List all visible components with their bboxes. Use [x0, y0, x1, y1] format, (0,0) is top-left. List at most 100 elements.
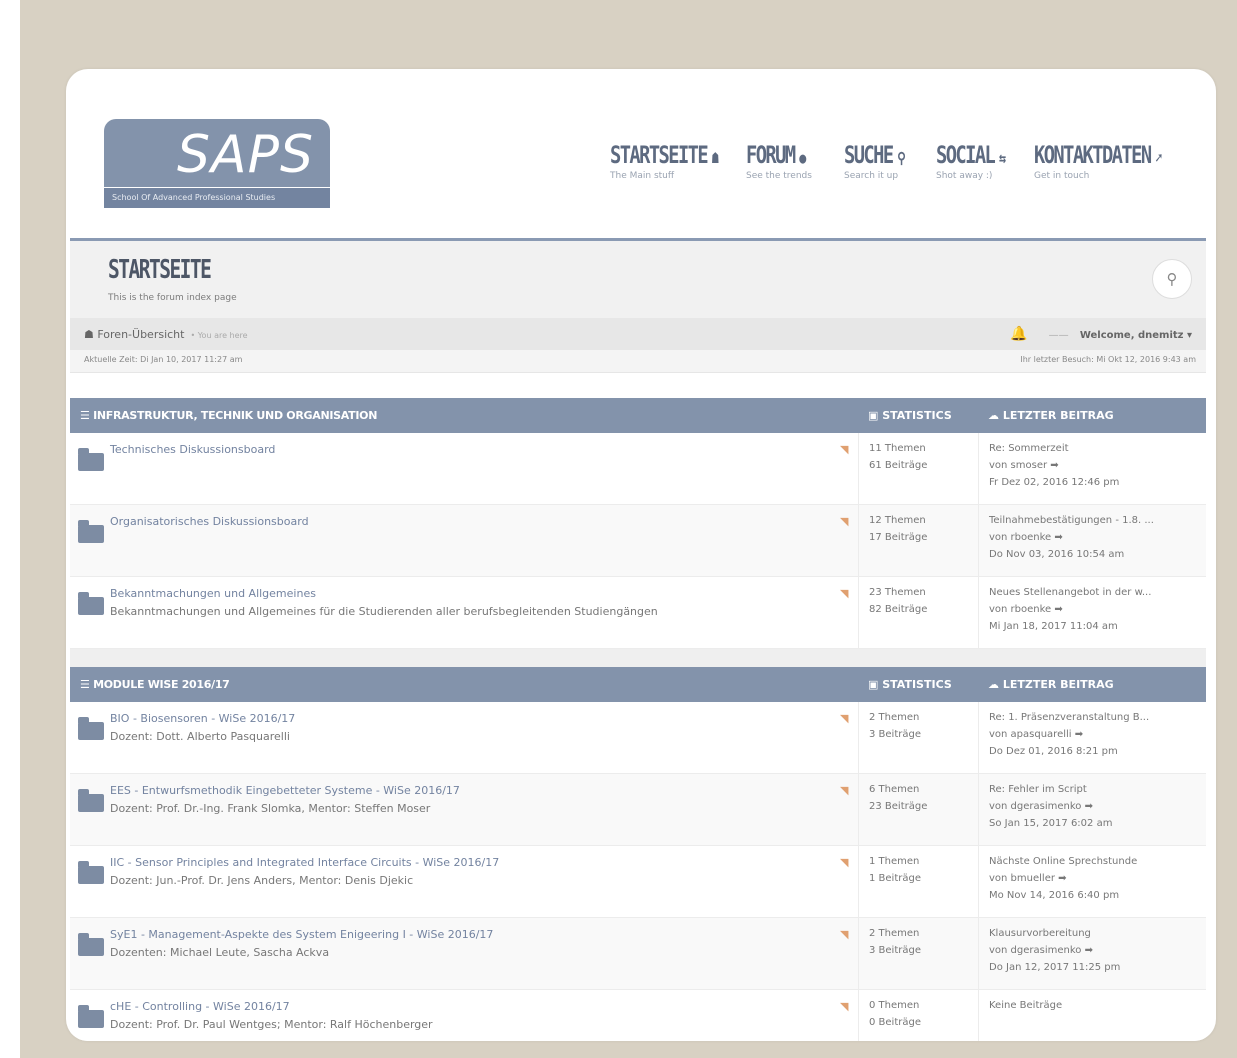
rss-feed-icon[interactable]: ◥ [840, 587, 848, 600]
last-post-author[interactable]: von bmueller ➡ [989, 873, 1206, 884]
section-header: ☰ INFRASTRUKTUR, TECHNIK UND ORGANISATIO… [70, 398, 1206, 433]
nav-kontaktdaten[interactable]: KONTAKTDATEN ➚ Get in touch [1034, 141, 1196, 181]
time-bar: Aktuelle Zeit: Di Jan 10, 2017 11:27 am … [70, 350, 1206, 373]
rocket-icon: ➚ [1155, 149, 1162, 167]
nav-forum-sub: See the trends [746, 171, 812, 181]
home-icon: ☗ [84, 328, 98, 341]
last-post: Klausurvorbereitung von dgerasimenko ➡ D… [978, 918, 1206, 989]
rss-feed-icon[interactable]: ◥ [840, 515, 848, 528]
forum-stats: 6 Themen 23 Beiträge [858, 774, 979, 845]
folder-icon [78, 789, 104, 812]
folder-icon [78, 448, 104, 471]
last-post-title[interactable]: Neues Stellenangebot in der w... [989, 587, 1206, 598]
rss-feed-icon[interactable]: ◥ [840, 1000, 848, 1013]
forum-stats: 2 Themen 3 Beiträge [858, 702, 979, 773]
forum-page: SAPS School Of Advanced Professional Stu… [66, 69, 1216, 1041]
retweet-icon: ⇆ [998, 149, 1006, 167]
last-post-date: So Jan 15, 2017 6:02 am [989, 818, 1113, 829]
forum-stats: 0 Themen 0 Beiträge [858, 990, 979, 1041]
forum-row[interactable]: Technisches Diskussionsboard ◥ 11 Themen… [70, 433, 1206, 505]
forum-name-link[interactable]: Bekanntmachungen und Allgemeines [110, 587, 316, 600]
nav-forum-label: FORUM [746, 141, 796, 169]
forum-name-link[interactable]: BIO - Biosensoren - WiSe 2016/17 [110, 712, 295, 725]
forum-description: Dozent: Dott. Alberto Pasquarelli [110, 730, 290, 743]
rss-feed-icon[interactable]: ◥ [840, 712, 848, 725]
last-post: Teilnahmebestätigungen - 1.8. ... von rb… [978, 505, 1206, 576]
notification-bell-icon[interactable]: 🔔 [1010, 326, 1027, 342]
forum-row[interactable]: BIO - Biosensoren - WiSe 2016/17 Dozent:… [70, 702, 1206, 774]
nav-suche-label: SUCHE [844, 141, 894, 169]
nav-startseite-sub: The Main stuff [610, 171, 675, 181]
topic-count: 2 Themen [869, 928, 920, 939]
forum-section-infrastructure: ☰ INFRASTRUKTUR, TECHNIK UND ORGANISATIO… [70, 398, 1206, 669]
nav-kontaktdaten-label: KONTAKTDATEN [1034, 141, 1152, 169]
nav-startseite[interactable]: STARTSEITE ☗ The Main stuff [610, 141, 748, 181]
last-post-title[interactable]: Keine Beiträge [989, 1000, 1206, 1011]
forum-name-link[interactable]: IIC - Sensor Principles and Integrated I… [110, 856, 499, 869]
forum-stats: 11 Themen 61 Beiträge [858, 433, 979, 504]
forum-description: Dozent: Jun.-Prof. Dr. Jens Anders, Ment… [110, 874, 414, 887]
forum-stats: 12 Themen 17 Beiträge [858, 505, 979, 576]
topic-count: 2 Themen [869, 712, 920, 723]
forum-name-link[interactable]: Technisches Diskussionsboard [110, 443, 275, 456]
last-post-title[interactable]: Teilnahmebestätigungen - 1.8. ... [989, 515, 1206, 526]
last-post-header: ☁ LETZTER BEITRAG [988, 678, 1114, 691]
topic-count: 11 Themen [869, 443, 926, 454]
nav-social-label: SOCIAL [936, 141, 996, 169]
forum-row[interactable]: SyE1 - Management-Aspekte des System Eni… [70, 918, 1206, 990]
last-post-author[interactable]: von rboenke ➡ [989, 604, 1206, 615]
post-count: 23 Beiträge [869, 801, 928, 812]
last-post: Re: Fehler im Script von dgerasimenko ➡ … [978, 774, 1206, 845]
nav-suche[interactable]: SUCHE ⚲ Search it up [844, 141, 921, 181]
folder-icon [78, 520, 104, 543]
last-post-author[interactable]: von rboenke ➡ [989, 532, 1206, 543]
nav-kontaktdaten-sub: Get in touch [1034, 171, 1090, 181]
last-post-date: Mo Nov 14, 2016 6:40 pm [989, 890, 1120, 901]
rss-feed-icon[interactable]: ◥ [840, 928, 848, 941]
last-post-title[interactable]: Nächste Online Sprechstunde [989, 856, 1206, 867]
saps-logo[interactable]: SAPS School Of Advanced Professional Stu… [104, 119, 330, 208]
breadcrumb-home-label: Foren-Übersicht [97, 328, 185, 341]
last-post-author[interactable]: von dgerasimenko ➡ [989, 801, 1206, 812]
forum-row[interactable]: IIC - Sensor Principles and Integrated I… [70, 846, 1206, 918]
left-margin-strip [0, 0, 20, 1058]
nav-social[interactable]: SOCIAL ⇆ Shot away :) [936, 141, 1024, 181]
nav-forum[interactable]: FORUM ● See the trends [746, 141, 821, 181]
section-title[interactable]: ☰ MODULE WISE 2016/17 [80, 678, 230, 691]
forum-section-module: ☰ MODULE WISE 2016/17 ▣ STATISTICS ☁ LET… [70, 667, 1206, 1041]
forum-name-link[interactable]: Organisatorisches Diskussionsboard [110, 515, 309, 528]
breadcrumb-home[interactable]: ☗ Foren-Übersicht • You are here [84, 328, 248, 341]
forum-name-link[interactable]: SyE1 - Management-Aspekte des System Eni… [110, 928, 493, 941]
section-title[interactable]: ☰ INFRASTRUKTUR, TECHNIK UND ORGANISATIO… [80, 409, 377, 422]
post-count: 3 Beiträge [869, 729, 921, 740]
forum-row[interactable]: Organisatorisches Diskussionsboard ◥ 12 … [70, 505, 1206, 577]
last-post-title[interactable]: Klausurvorbereitung [989, 928, 1206, 939]
forum-row[interactable]: Bekanntmachungen und Allgemeines Bekannt… [70, 577, 1206, 649]
folder-icon [78, 1005, 104, 1028]
forum-row[interactable]: EES - Entwurfsmethodik Eingebetteter Sys… [70, 774, 1206, 846]
rss-feed-icon[interactable]: ◥ [840, 784, 848, 797]
last-post-author[interactable]: von dgerasimenko ➡ [989, 945, 1206, 956]
last-visit: Ihr letzter Besuch: Mi Okt 12, 2016 9:43… [1020, 355, 1196, 364]
user-welcome-menu[interactable]: Welcome, dnemitz ▾ [1080, 330, 1192, 341]
last-post-author[interactable]: von apasquarelli ➡ [989, 729, 1206, 740]
topic-count: 1 Themen [869, 856, 920, 867]
forum-name-link[interactable]: cHE - Controlling - WiSe 2016/17 [110, 1000, 290, 1013]
forum-row[interactable]: cHE - Controlling - WiSe 2016/17 Dozent:… [70, 990, 1206, 1041]
last-post-date: Do Nov 03, 2016 10:54 am [989, 549, 1125, 560]
folder-icon [78, 933, 104, 956]
rss-feed-icon[interactable]: ◥ [840, 856, 848, 869]
topic-count: 0 Themen [869, 1000, 920, 1011]
topic-count: 23 Themen [869, 587, 926, 598]
last-post-title[interactable]: Re: Sommerzeit [989, 443, 1206, 454]
last-post: Nächste Online Sprechstunde von bmueller… [978, 846, 1206, 917]
search-button[interactable]: ⚲ [1152, 259, 1192, 299]
you-are-here-label: • You are here [190, 331, 248, 340]
nav-social-sub: Shot away :) [936, 171, 993, 181]
last-post-title[interactable]: Re: Fehler im Script [989, 784, 1206, 795]
forum-stats: 2 Themen 3 Beiträge [858, 918, 979, 989]
forum-name-link[interactable]: EES - Entwurfsmethodik Eingebetteter Sys… [110, 784, 460, 797]
last-post-author[interactable]: von smoser ➡ [989, 460, 1206, 471]
last-post-title[interactable]: Re: 1. Präsenzveranstaltung B... [989, 712, 1206, 723]
rss-feed-icon[interactable]: ◥ [840, 443, 848, 456]
